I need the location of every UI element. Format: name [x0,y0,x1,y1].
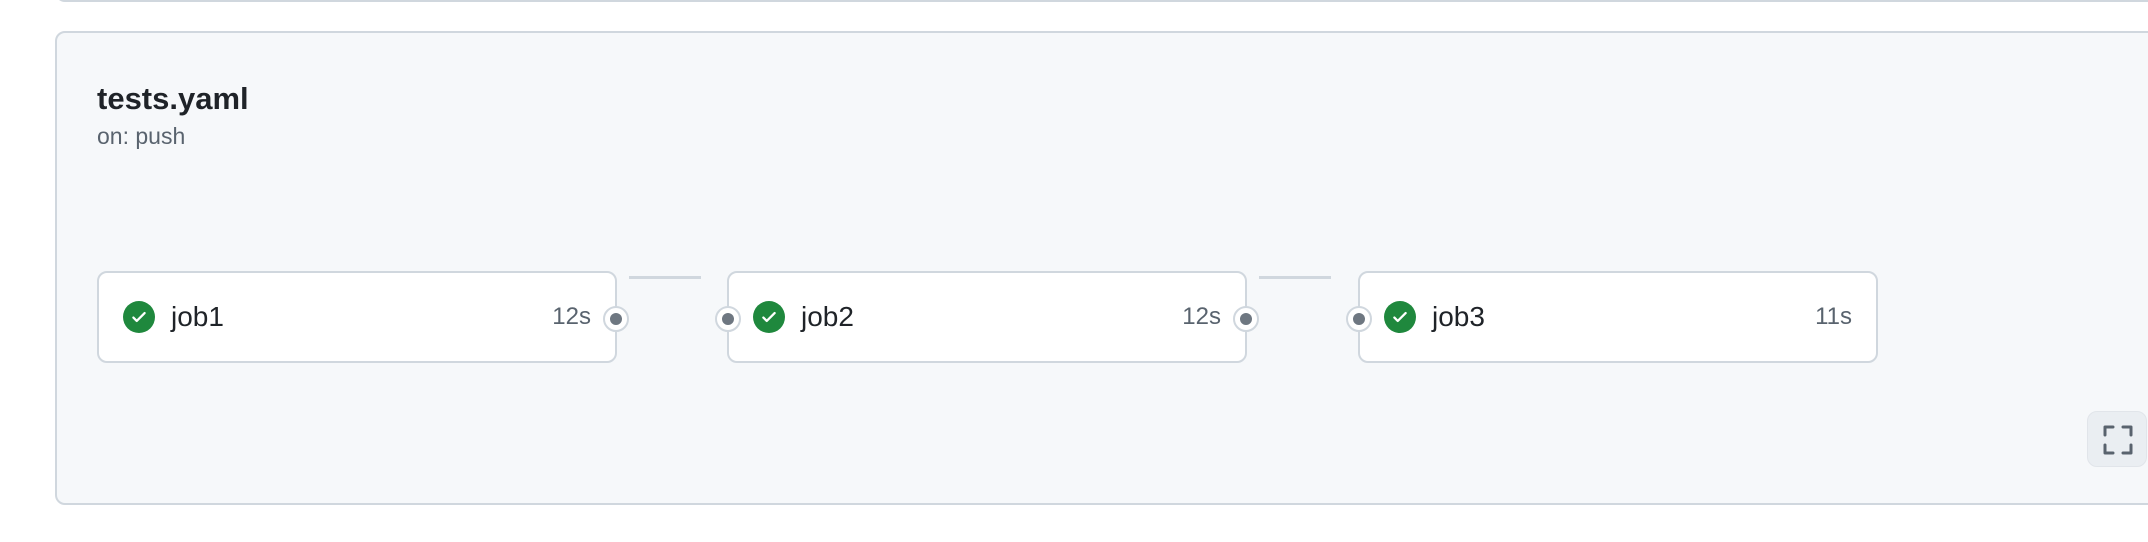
job-name: job2 [801,301,854,332]
job-connector [1259,276,1331,279]
input-port [715,306,741,332]
job-name: job1 [171,301,224,332]
job-duration: 12s [552,303,591,330]
job-card-job2[interactable]: job2 12s [715,271,1259,363]
job-duration: 12s [1182,303,1221,330]
check-circle-icon [753,301,785,333]
job-card-job1[interactable]: job1 12s [97,271,629,363]
output-port [603,306,629,332]
workflow-graph-panel: tests.yaml on: push job1 12s job2 12s jo… [55,31,2148,505]
workflow-trigger: on: push [97,123,186,149]
fullscreen-button[interactable] [2087,411,2147,467]
previous-section-card [55,0,2148,2]
workflow-header: tests.yaml on: push [97,79,249,151]
workflow-title: tests.yaml [97,81,249,116]
check-circle-icon [1384,301,1416,333]
job-duration: 11s [1815,303,1852,330]
job-card-job3[interactable]: job3 11s [1346,271,1878,363]
check-circle-icon [123,301,155,333]
output-port [1233,306,1259,332]
input-port [1346,306,1372,332]
job-connector [629,276,701,279]
job-name: job3 [1432,301,1485,332]
